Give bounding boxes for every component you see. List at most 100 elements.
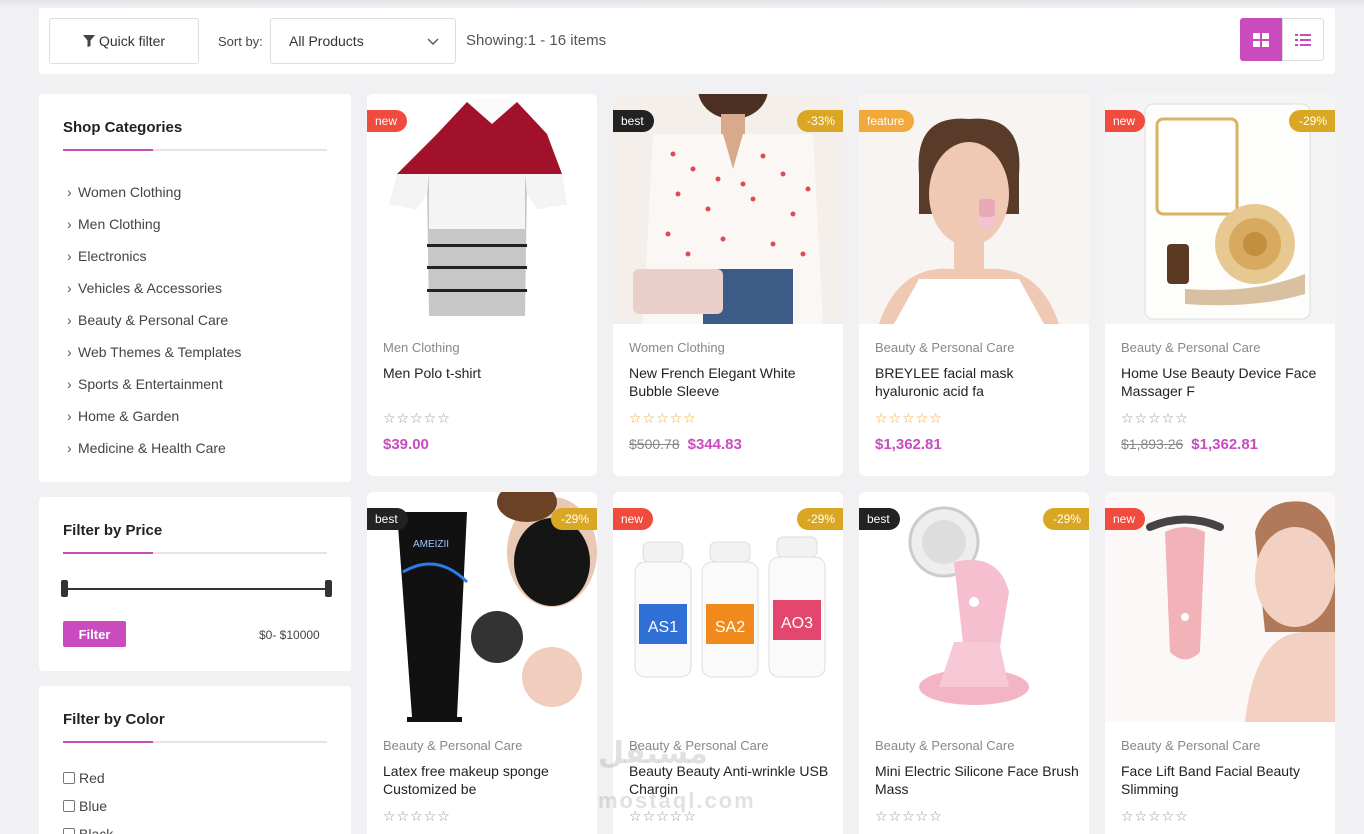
price-filter-widget: Filter by Price Filter $0- $10000 bbox=[39, 497, 351, 671]
product-title[interactable]: BREYLEE facial mask hyaluronic acid fa bbox=[875, 364, 1080, 400]
chevron-right-icon: › bbox=[67, 376, 72, 392]
product-title[interactable]: Face Lift Band Facial Beauty Slimming bbox=[1121, 762, 1326, 798]
checkbox[interactable] bbox=[63, 772, 75, 784]
product-price: $39.00 bbox=[383, 436, 429, 453]
grid-view-button[interactable] bbox=[1240, 18, 1282, 61]
price-current: $1,362.81 bbox=[1191, 436, 1259, 453]
checkbox[interactable] bbox=[63, 828, 75, 834]
sort-label: Sort by: bbox=[218, 34, 263, 49]
title-underline bbox=[63, 149, 327, 151]
rating-stars: ☆☆☆☆☆ bbox=[383, 410, 451, 426]
badge-discount: -29% bbox=[550, 508, 597, 530]
category-label: Beauty & Personal Care bbox=[78, 312, 229, 328]
results-count: Showing:1 - 16 items bbox=[466, 32, 607, 49]
category-label: Electronics bbox=[78, 248, 147, 264]
rating-stars: ☆☆☆☆☆ bbox=[1121, 808, 1189, 824]
title-underline bbox=[63, 552, 327, 554]
product-card[interactable]: new -29% Beauty & Personal Care Home Use… bbox=[1105, 94, 1335, 476]
category-list: › Women Clothing › Men Clothing › Electroni… bbox=[67, 176, 241, 464]
chevron-right-icon: › bbox=[67, 248, 72, 264]
shop-toolbar: Quick filter Sort by: All Products Showi… bbox=[39, 8, 1335, 74]
category-item[interactable]: › Men Clothing bbox=[67, 208, 241, 240]
product-category[interactable]: Beauty & Personal Care bbox=[1121, 738, 1260, 753]
price-current: $344.83 bbox=[687, 436, 742, 453]
category-item[interactable]: › Beauty & Personal Care bbox=[67, 304, 241, 336]
product-card[interactable]: best -29% Beauty & Personal Care Mini El… bbox=[859, 492, 1089, 834]
price-max-handle[interactable] bbox=[325, 580, 332, 597]
price-current: $39.00 bbox=[383, 436, 429, 453]
widget-title: Filter by Color bbox=[63, 711, 165, 728]
badge-best: best bbox=[859, 508, 900, 530]
badge-discount: -33% bbox=[796, 110, 843, 132]
product-category[interactable]: Beauty & Personal Care bbox=[875, 738, 1014, 753]
product-title[interactable]: Home Use Beauty Device Face Massager F bbox=[1121, 364, 1326, 400]
category-item[interactable]: › Web Themes & Templates bbox=[67, 336, 241, 368]
color-option-blue[interactable]: Blue bbox=[63, 798, 107, 814]
shop-categories-widget: Shop Categories › Women Clothing › Men Clo… bbox=[39, 94, 351, 482]
badge-discount: -29% bbox=[1288, 110, 1335, 132]
svg-text:AMEIZII: AMEIZII bbox=[413, 539, 449, 550]
checkbox[interactable] bbox=[63, 800, 75, 812]
badge-new: new bbox=[1105, 508, 1146, 530]
color-label: Blue bbox=[79, 798, 108, 814]
category-item[interactable]: › Vehicles & Accessories bbox=[67, 272, 241, 304]
quick-filter-button[interactable]: Quick filter bbox=[49, 18, 199, 64]
product-category[interactable]: Women Clothing bbox=[629, 340, 725, 355]
product-category[interactable]: Beauty & Personal Care bbox=[875, 340, 1014, 355]
product-card[interactable]: AMEIZII best -29% Beauty & Personal Care… bbox=[367, 492, 597, 834]
chevron-down-icon bbox=[427, 38, 439, 45]
category-label: Women Clothing bbox=[78, 184, 182, 200]
color-option-red[interactable]: Red bbox=[63, 770, 105, 786]
rating-stars: ☆☆☆☆☆ bbox=[1121, 410, 1189, 426]
category-label: Vehicles & Accessories bbox=[78, 280, 222, 296]
title-underline bbox=[63, 741, 327, 743]
product-price: $500.78 $344.83 bbox=[629, 436, 742, 453]
widget-title: Shop Categories bbox=[63, 119, 183, 136]
badge-best: best bbox=[367, 508, 408, 530]
badge-discount: -29% bbox=[1042, 508, 1089, 530]
svg-text:AO3: AO3 bbox=[781, 615, 813, 632]
product-category[interactable]: Men Clothing bbox=[383, 340, 460, 355]
product-title[interactable]: Men Polo t-shirt bbox=[383, 364, 588, 382]
list-view-button[interactable] bbox=[1282, 18, 1324, 61]
product-title[interactable]: Mini Electric Silicone Face Brush Mass bbox=[875, 762, 1080, 798]
category-item[interactable]: › Women Clothing bbox=[67, 176, 241, 208]
widget-title: Filter by Price bbox=[63, 522, 163, 539]
color-option-black[interactable]: Black bbox=[63, 826, 113, 834]
price-range-text: $0- $10000 bbox=[259, 628, 320, 642]
price-slider-track[interactable] bbox=[64, 588, 328, 590]
chevron-right-icon: › bbox=[67, 280, 72, 296]
category-item[interactable]: › Sports & Entertainment bbox=[67, 368, 241, 400]
color-filter-widget: Filter by Color Red Blue Black bbox=[39, 686, 351, 834]
category-item[interactable]: › Electronics bbox=[67, 240, 241, 272]
sort-select[interactable]: All Products bbox=[270, 18, 456, 64]
product-card[interactable]: new Men Clothing Men Polo t-shirt ☆☆☆☆☆ … bbox=[367, 94, 597, 476]
product-title[interactable]: New French Elegant White Bubble Sleeve bbox=[629, 364, 834, 400]
badge-best: best bbox=[613, 110, 654, 132]
chevron-right-icon: › bbox=[67, 216, 72, 232]
badge-discount: -29% bbox=[796, 508, 843, 530]
product-title[interactable]: Latex free makeup sponge Customized be bbox=[383, 762, 588, 798]
chevron-right-icon: › bbox=[67, 408, 72, 424]
rating-stars: ☆☆☆☆☆ bbox=[629, 410, 697, 426]
category-item[interactable]: › Home & Garden bbox=[67, 400, 241, 432]
product-category[interactable]: Beauty & Personal Care bbox=[1121, 340, 1260, 355]
product-card[interactable]: best -33% Women Clothing New French Eleg… bbox=[613, 94, 843, 476]
category-label: Men Clothing bbox=[78, 216, 161, 232]
price-min-handle[interactable] bbox=[61, 580, 68, 597]
product-price: $1,893.26 $1,362.81 bbox=[1121, 436, 1258, 453]
badge-feature: feature bbox=[859, 110, 915, 132]
svg-text:AS1: AS1 bbox=[648, 619, 678, 636]
product-card[interactable]: feature Beauty & Personal Care BREYLEE f… bbox=[859, 94, 1089, 476]
watermark-arabic: مستقل bbox=[598, 737, 708, 770]
product-category[interactable]: Beauty & Personal Care bbox=[383, 738, 522, 753]
category-item[interactable]: › Medicine & Health Care bbox=[67, 432, 241, 464]
product-card[interactable]: AS1 SA2 AO3 new -29% Beauty & Personal C… bbox=[613, 492, 843, 834]
price-current: $1,362.81 bbox=[875, 436, 942, 453]
badge-new: new bbox=[367, 110, 408, 132]
product-card[interactable]: new Beauty & Personal Care Face Lift Ban… bbox=[1105, 492, 1335, 834]
category-label: Home & Garden bbox=[78, 408, 180, 424]
filter-button[interactable]: Filter bbox=[63, 621, 126, 647]
top-strip bbox=[0, 0, 1364, 8]
category-label: Sports & Entertainment bbox=[78, 376, 223, 392]
